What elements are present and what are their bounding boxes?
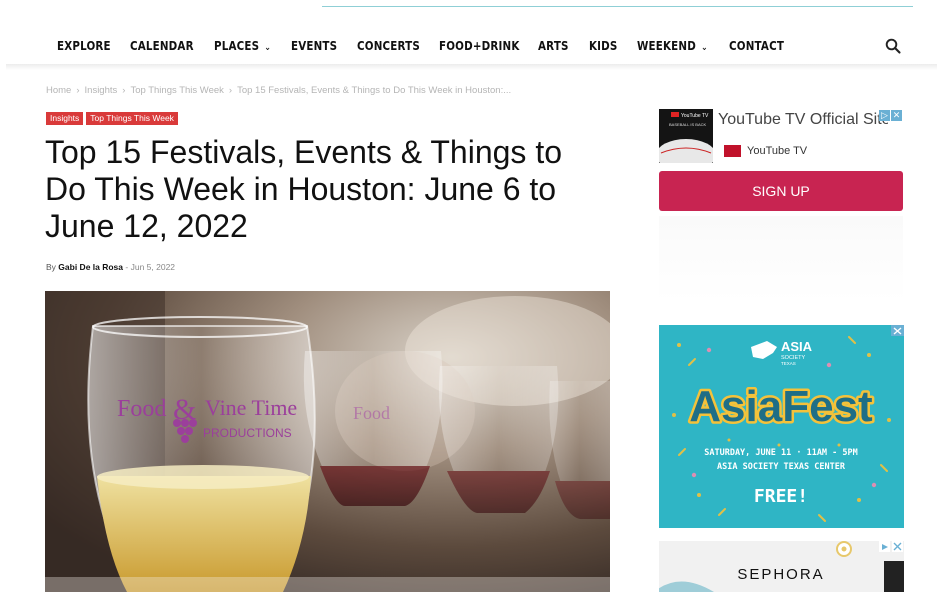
ad-choices-icon[interactable]: ▷ (879, 110, 890, 121)
svg-text:TEXAS: TEXAS (781, 361, 796, 366)
byline: By Gabi De la Rosa - Jun 5, 2022 (46, 262, 176, 272)
hero-image-wine-glasses: Food & Vine Time PRODUCTIONS Food (45, 291, 610, 592)
breadcrumb-current: Top 15 Festivals, Events & Things to Do … (237, 85, 512, 96)
chevron-down-icon: ⌄ (701, 43, 708, 53)
sephora-logo-text: SEPHORA (737, 566, 824, 583)
youtube-tv-logo-icon (724, 145, 741, 158)
ad-placeholder (659, 216, 903, 302)
asiafest-date: SATURDAY, JUNE 11 · 11AM - 5PM (704, 448, 858, 458)
breadcrumb-insights[interactable]: Insights (85, 85, 118, 96)
youtube-tv-ad-title[interactable]: YouTube TV Official Site (718, 111, 888, 129)
nav-item-events[interactable]: EVENTS (291, 39, 337, 53)
main-nav: EXPLORE CALENDAR PLACES ⌄ EVENTS CONCERTS… (0, 28, 943, 66)
asiafest-venue: ASIA SOCIETY TEXAS CENTER (717, 462, 846, 472)
youtube-tv-ad-brand: YouTube TV (724, 145, 807, 158)
ad-close-icon[interactable]: ✕ (891, 110, 902, 121)
youtube-tv-ad[interactable]: YouTube TV BASEBALL IS BACK YouTube TV O… (659, 108, 904, 168)
hero-logo-text-vine-time: Vine Time (205, 395, 297, 420)
nav-shadow (6, 64, 937, 70)
nav-item-food-drink[interactable]: FOOD+DRINK (439, 39, 520, 53)
asiafest-title: AsiaFest (689, 382, 873, 431)
baseball-image-icon: YouTube TV BASEBALL IS BACK (659, 109, 713, 163)
hero-logo-text-food: Food (117, 396, 166, 422)
top-accent-line (322, 6, 913, 7)
article-title: Top 15 Festivals, Events & Things to Do … (45, 134, 562, 244)
asiafest-price: FREE! (754, 486, 808, 507)
breadcrumb: Home › Insights › Top Things This Week › Top 1… (46, 85, 512, 96)
youtube-tv-ad-thumbnail: YouTube TV BASEBALL IS BACK (659, 109, 713, 163)
category-tags: Insights Top Things This Week (46, 108, 181, 125)
author-link[interactable]: Gabi De la Rosa (58, 262, 123, 272)
breadcrumb-home[interactable]: Home (46, 85, 71, 96)
nav-item-kids[interactable]: KIDS (589, 39, 618, 53)
breadcrumb-top-things[interactable]: Top Things This Week (130, 85, 223, 96)
svg-text:YouTube TV: YouTube TV (681, 113, 709, 119)
nav-item-contact[interactable]: CONTACT (729, 39, 784, 53)
svg-text:BASEBALL IS BACK: BASEBALL IS BACK (669, 122, 707, 127)
search-icon[interactable] (885, 38, 901, 54)
nav-item-places[interactable]: PLACES ⌄ (214, 39, 271, 53)
hero-logo-text-productions: PRODUCTIONS (203, 426, 292, 440)
nav-item-weekend[interactable]: WEEKEND ⌄ (637, 39, 708, 53)
nav-item-arts[interactable]: ARTS (538, 39, 569, 53)
hero-logo-text-blurred: Food (353, 403, 390, 423)
publish-date: Jun 5, 2022 (130, 262, 176, 272)
svg-text:ASIA: ASIA (781, 339, 813, 354)
asiafest-ad[interactable]: ASIA SOCIETY TEXAS AsiaFest AsiaFest SAT… (659, 325, 904, 528)
nav-item-calendar[interactable]: CALENDAR (130, 39, 194, 53)
nav-item-explore[interactable]: EXPLORE (57, 39, 111, 53)
tag-insights[interactable]: Insights (46, 112, 84, 125)
tag-top-things-this-week[interactable]: Top Things This Week (86, 112, 178, 125)
sephora-ad[interactable]: SEPHORA (659, 541, 904, 592)
signup-button[interactable]: SIGN UP (659, 171, 903, 211)
chevron-down-icon: ⌄ (264, 43, 272, 53)
nav-item-concerts[interactable]: CONCERTS (357, 39, 420, 53)
